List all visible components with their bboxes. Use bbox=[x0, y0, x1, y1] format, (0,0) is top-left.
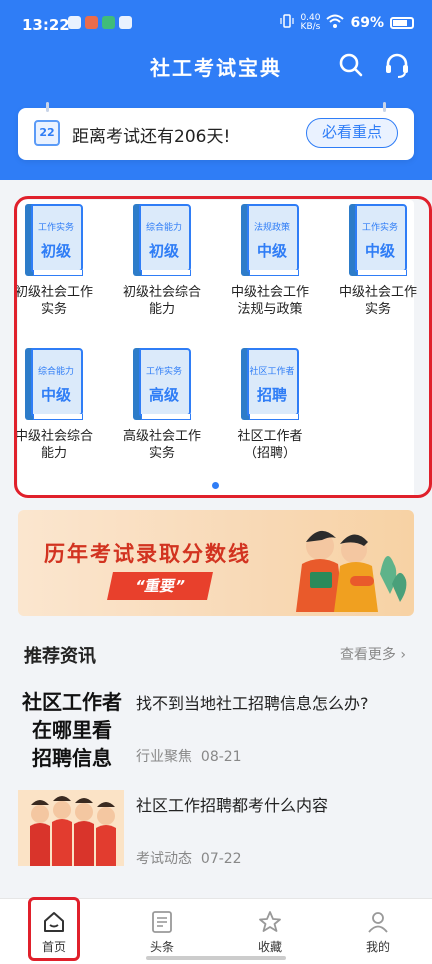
notification-app-icon bbox=[85, 16, 98, 29]
status-indicators: 0.40 KB/s 69% bbox=[280, 14, 414, 32]
book-icon: 综合能力 中级 bbox=[25, 348, 83, 420]
headset-icon[interactable] bbox=[382, 50, 412, 80]
category-label: 初级社会综合 能力 bbox=[122, 285, 201, 317]
bottom-navigation: 首页 头条 收藏 我的 bbox=[0, 898, 432, 964]
news-thumbnail: 社区工作者 在哪里看 招聘信息 bbox=[22, 690, 122, 770]
news-thumbnail bbox=[18, 790, 124, 866]
book-icon: 工作实务 初级 bbox=[25, 204, 83, 276]
book-icon: 工作实务 中级 bbox=[349, 204, 407, 276]
category-label: 社区工作者 （招聘） bbox=[237, 429, 303, 461]
category-label: 中级社会综合 能力 bbox=[14, 429, 93, 461]
category-item[interactable]: 法规政策 中级 中级社会工作 法规与政策 bbox=[216, 204, 324, 318]
must-read-button[interactable]: 必看重点 bbox=[306, 118, 398, 148]
vibrate-icon bbox=[280, 14, 295, 32]
game-app-icon bbox=[102, 16, 115, 29]
category-item[interactable]: 综合能力 初级 初级社会综合 能力 bbox=[108, 204, 216, 318]
gesture-bar bbox=[146, 956, 286, 960]
news-item[interactable]: 社区工作招聘都考什么内容 考试动态 07-22 bbox=[0, 790, 432, 870]
crown-icon bbox=[119, 16, 132, 29]
category-item[interactable]: 社区工作者 招聘 社区工作者 （招聘） bbox=[216, 348, 324, 462]
category-label: 中级社会工作 实务 bbox=[338, 285, 417, 317]
see-more-link[interactable]: 查看更多 › bbox=[340, 644, 406, 664]
news-icon bbox=[152, 911, 172, 933]
news-meta: 考试动态 07-22 bbox=[136, 851, 242, 867]
battery-percent: 69% bbox=[350, 15, 384, 31]
wifi-icon bbox=[326, 14, 345, 32]
category-item[interactable]: 工作实务 中级 中级社会工作 实务 bbox=[324, 204, 432, 318]
search-icon[interactable] bbox=[336, 50, 366, 80]
category-label: 初级社会工作 实务 bbox=[14, 285, 93, 317]
profile-icon bbox=[368, 912, 388, 933]
banner-title: 历年考试录取分数线 bbox=[44, 542, 251, 566]
score-line-banner[interactable]: 历年考试录取分数线 “重要” bbox=[18, 510, 414, 616]
book-icon: 综合能力 初级 bbox=[133, 204, 191, 276]
nav-home[interactable]: 首页 bbox=[24, 909, 84, 955]
status-time: 13:22 bbox=[22, 16, 70, 34]
star-icon bbox=[259, 911, 281, 932]
nav-headlines[interactable]: 头条 bbox=[132, 909, 192, 955]
news-title: 社区工作招聘都考什么内容 bbox=[136, 796, 329, 815]
countdown-text: 距离考试还有206天! bbox=[72, 127, 231, 147]
carousel-page-indicator bbox=[212, 482, 219, 489]
page-title: 社工考试宝典 bbox=[150, 56, 282, 80]
nav-profile[interactable]: 我的 bbox=[348, 909, 408, 955]
section-title: 推荐资讯 bbox=[24, 646, 96, 667]
status-bar: 13:22 0.40 KB/s 69% bbox=[0, 0, 432, 48]
nav-favorites[interactable]: 收藏 bbox=[240, 909, 300, 955]
news-meta: 行业聚焦 08-21 bbox=[136, 749, 242, 765]
home-icon bbox=[44, 912, 64, 932]
exam-countdown-card: 22 距离考试还有206天! 必看重点 bbox=[18, 102, 414, 160]
tiktok-icon bbox=[68, 16, 81, 29]
net-speed: 0.40 KB/s bbox=[300, 13, 321, 32]
category-item[interactable]: 工作实务 初级 初级社会工作 实务 bbox=[0, 204, 108, 318]
book-icon: 社区工作者 招聘 bbox=[241, 348, 299, 420]
banner-tag: “重要” bbox=[107, 572, 213, 600]
news-item[interactable]: 社区工作者 在哪里看 招聘信息 找不到当地社工招聘信息怎么办? 行业聚焦 08-… bbox=[0, 688, 432, 770]
category-label: 中级社会工作 法规与政策 bbox=[230, 285, 309, 317]
people-illustration bbox=[296, 530, 407, 612]
battery-icon bbox=[390, 17, 414, 29]
category-item[interactable]: 综合能力 中级 中级社会综合 能力 bbox=[0, 348, 108, 462]
book-icon: 法规政策 中级 bbox=[241, 204, 299, 276]
calendar-icon: 22 bbox=[34, 120, 60, 146]
news-title: 找不到当地社工招聘信息怎么办? bbox=[136, 694, 369, 713]
status-app-icons bbox=[68, 16, 132, 29]
book-icon: 工作实务 高级 bbox=[133, 348, 191, 420]
volunteers-illustration bbox=[18, 790, 124, 866]
category-item[interactable]: 工作实务 高级 高级社会工作 实务 bbox=[108, 348, 216, 462]
category-label: 高级社会工作 实务 bbox=[122, 429, 201, 461]
